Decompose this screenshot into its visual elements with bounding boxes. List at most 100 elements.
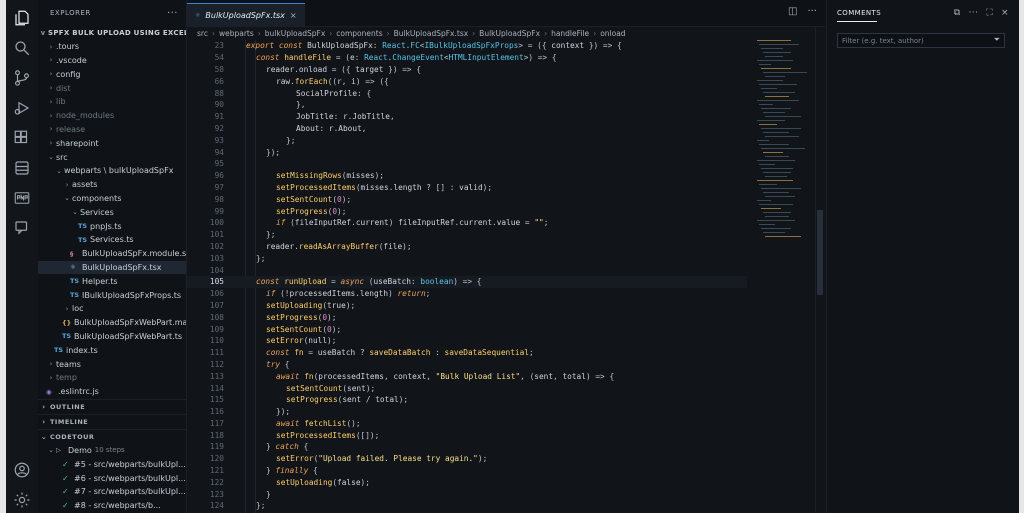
code-line[interactable]: 106 if (!processedItems.length) return; [187,288,747,300]
code-line[interactable]: 54 const handleFile = (e: React.ChangeEve… [187,52,747,64]
file-item[interactable]: ◉ .eslintrc.js [38,385,186,399]
codetour-step[interactable]: ✓ #8 - src/webparts/b... [38,499,186,513]
code-line[interactable]: 117 await fetchList(); [187,418,747,430]
search-icon[interactable] [12,38,32,58]
code-line[interactable]: 109 setSentCount(0); [187,323,747,335]
code-line[interactable]: 113 await fn(processedItems, context, "Bu… [187,370,747,382]
folder-item[interactable]: ⌄ components [38,192,186,206]
codetour-step[interactable]: ✓ #7 - src/webparts/bulkUpl... [38,485,186,499]
folder-item[interactable]: › .vscode [38,54,186,68]
code-line[interactable]: 112 try { [187,359,747,371]
code-line[interactable]: 114 setSentCount(sent); [187,382,747,394]
code-line[interactable]: 101}; [187,229,747,241]
folder-item[interactable]: › release [38,123,186,137]
code-line[interactable]: 105 const runUpload = async (useBatch: bo… [187,275,747,288]
breadcrumb-item[interactable]: components [336,29,382,38]
code-line[interactable]: 99 setProgress(0); [187,205,747,217]
code-line[interactable]: 97 setProcessedItems(misses.length ? [] :… [187,182,747,194]
folder-item[interactable]: › teams [38,357,186,371]
more-actions-icon[interactable]: ··· [807,6,817,17]
code-line[interactable]: 123} [187,488,747,500]
vertical-scrollbar-thumb[interactable] [817,210,823,295]
run-debug-icon[interactable] [12,98,32,118]
breadcrumb-item[interactable]: BulkUploadSpFx.tsx [394,29,469,38]
codetour-demo[interactable]: ⌄ ▷ Demo 10 steps [38,444,186,458]
file-item[interactable]: ⚛ BulkUploadSpFx.tsx [38,260,186,275]
code-line[interactable]: 111 const fn = useBatch ? saveDataBatch :… [187,347,747,359]
code-line[interactable]: 121} finally { [187,465,747,477]
code-line[interactable]: 91 JobTitle: r.JobTitle, [187,111,747,123]
code-line[interactable]: 103}; [187,252,747,264]
codetour-step[interactable]: ✓ #6 - src/webparts/bulkUpl... [38,471,186,485]
file-item[interactable]: TS IBulkUploadSpFxProps.ts [38,288,186,302]
breadcrumb-item[interactable]: src [197,29,208,38]
section-codetour[interactable]: ⌄ CODETOUR [38,428,186,444]
source-control-icon[interactable] [12,68,32,88]
code-line[interactable]: 118 setProcessedItems([]); [187,429,747,441]
folder-item[interactable]: › node_modules [38,109,186,123]
code-line[interactable]: 107 setUploading(true); [187,300,747,312]
breadcrumb-item[interactable]: webparts [219,29,254,38]
folder-item[interactable]: ⌄ src [38,150,186,164]
file-item[interactable]: TS Services.ts [38,233,186,247]
code-line[interactable]: 100 if (fileInputRef.current) fileInputRe… [187,217,747,229]
breadcrumb-item[interactable]: BulkUploadSpFx [479,29,540,38]
file-item[interactable]: TS pnpJs.ts [38,219,186,233]
tab-bulkuploadspfx-tsx[interactable]: ⚛ BulkUploadSpFx.tsx × [187,3,305,26]
project-root[interactable]: v SPFX BULK UPLOAD USING EXCEL [38,26,186,40]
code-line[interactable]: 66 raw.forEach((r, i) => ({ [187,75,747,87]
file-item[interactable]: TS BulkUploadSpFxWebPart.ts [38,330,186,344]
folder-item[interactable]: › loc [38,302,186,316]
code-line[interactable]: 122 setUploading(false); [187,476,747,488]
code-line[interactable]: 88 SocialProfile: { [187,87,747,99]
code-line[interactable]: 94}); [187,146,747,158]
folder-item[interactable]: ⌄ Services [38,205,186,219]
breadcrumb-item[interactable]: handleFile [551,29,589,38]
codetour-step[interactable]: ✓ #5 - src/webparts/bulkUpl... [38,457,186,471]
code-line[interactable]: 119} catch { [187,441,747,453]
collapse-all-icon[interactable]: ⧉ [954,8,961,18]
folder-item[interactable]: ⌄ webparts \ bulkUploadSpFx [38,164,186,178]
code-line[interactable]: 115 setProgress(sent / total); [187,394,747,406]
database-icon[interactable] [12,158,32,178]
code-line[interactable]: 104 [187,264,747,276]
folder-item[interactable]: › assets [38,178,186,192]
code-line[interactable]: 116}); [187,406,747,418]
code-line[interactable]: 96 setMissingRows(misses); [187,170,747,182]
code-line[interactable]: 92 About: r.About, [187,123,747,135]
file-item[interactable]: TS index.ts [38,343,186,357]
file-item[interactable]: § BulkUploadSpFx.module.scss [38,247,186,261]
code-line[interactable]: 93}; [187,134,747,146]
comments-title[interactable]: COMMENTS [837,9,881,17]
code-line[interactable]: 98 setSentCount(0); [187,193,747,205]
section-timeline[interactable]: › TIMELINE [38,413,186,429]
more-actions-icon[interactable]: ··· [969,8,979,18]
code-line[interactable]: 124}; [187,500,747,512]
split-editor-icon[interactable]: ◫ [788,6,797,17]
code-line[interactable]: 120 setError("Upload failed. Please try a… [187,453,747,465]
close-tab-icon[interactable]: × [290,11,297,20]
folder-item[interactable]: › dist [38,81,186,95]
filter-funnel-icon[interactable]: ⏷ [994,35,1000,45]
code-line[interactable]: 108 setProgress(0); [187,311,747,323]
account-icon[interactable] [12,460,32,480]
code-line[interactable]: 90}, [187,99,747,111]
code-line[interactable]: 58 reader.onload = ({ target }) => { [187,64,747,76]
settings-gear-icon[interactable] [12,490,32,510]
pnp-icon[interactable] [12,188,32,208]
code-line[interactable]: 110 setError(null); [187,335,747,347]
remote-chat-icon[interactable] [12,218,32,238]
minimap[interactable] [757,40,813,250]
code-line[interactable]: 95 [187,158,747,170]
code-line[interactable]: 102 reader.readAsArrayBuffer(file); [187,241,747,253]
comments-filter-input[interactable]: Filter (e.g. text, author) ⏷ [837,33,1005,48]
file-item[interactable]: {}BulkUploadSpFxWebPart.manif... [38,316,186,330]
close-panel-icon[interactable]: × [1001,8,1009,18]
folder-item[interactable]: › temp [38,371,186,385]
extensions-icon[interactable] [12,128,32,148]
folder-item[interactable]: › config [38,67,186,81]
folder-item[interactable]: › .tours [38,40,186,54]
breadcrumb-item[interactable]: bulkUploadSpFx [265,29,326,38]
code-editor[interactable]: 23 export const BulkUploadSpFx: React.FC<… [187,40,747,512]
section-outline[interactable]: › OUTLINE [38,398,186,414]
